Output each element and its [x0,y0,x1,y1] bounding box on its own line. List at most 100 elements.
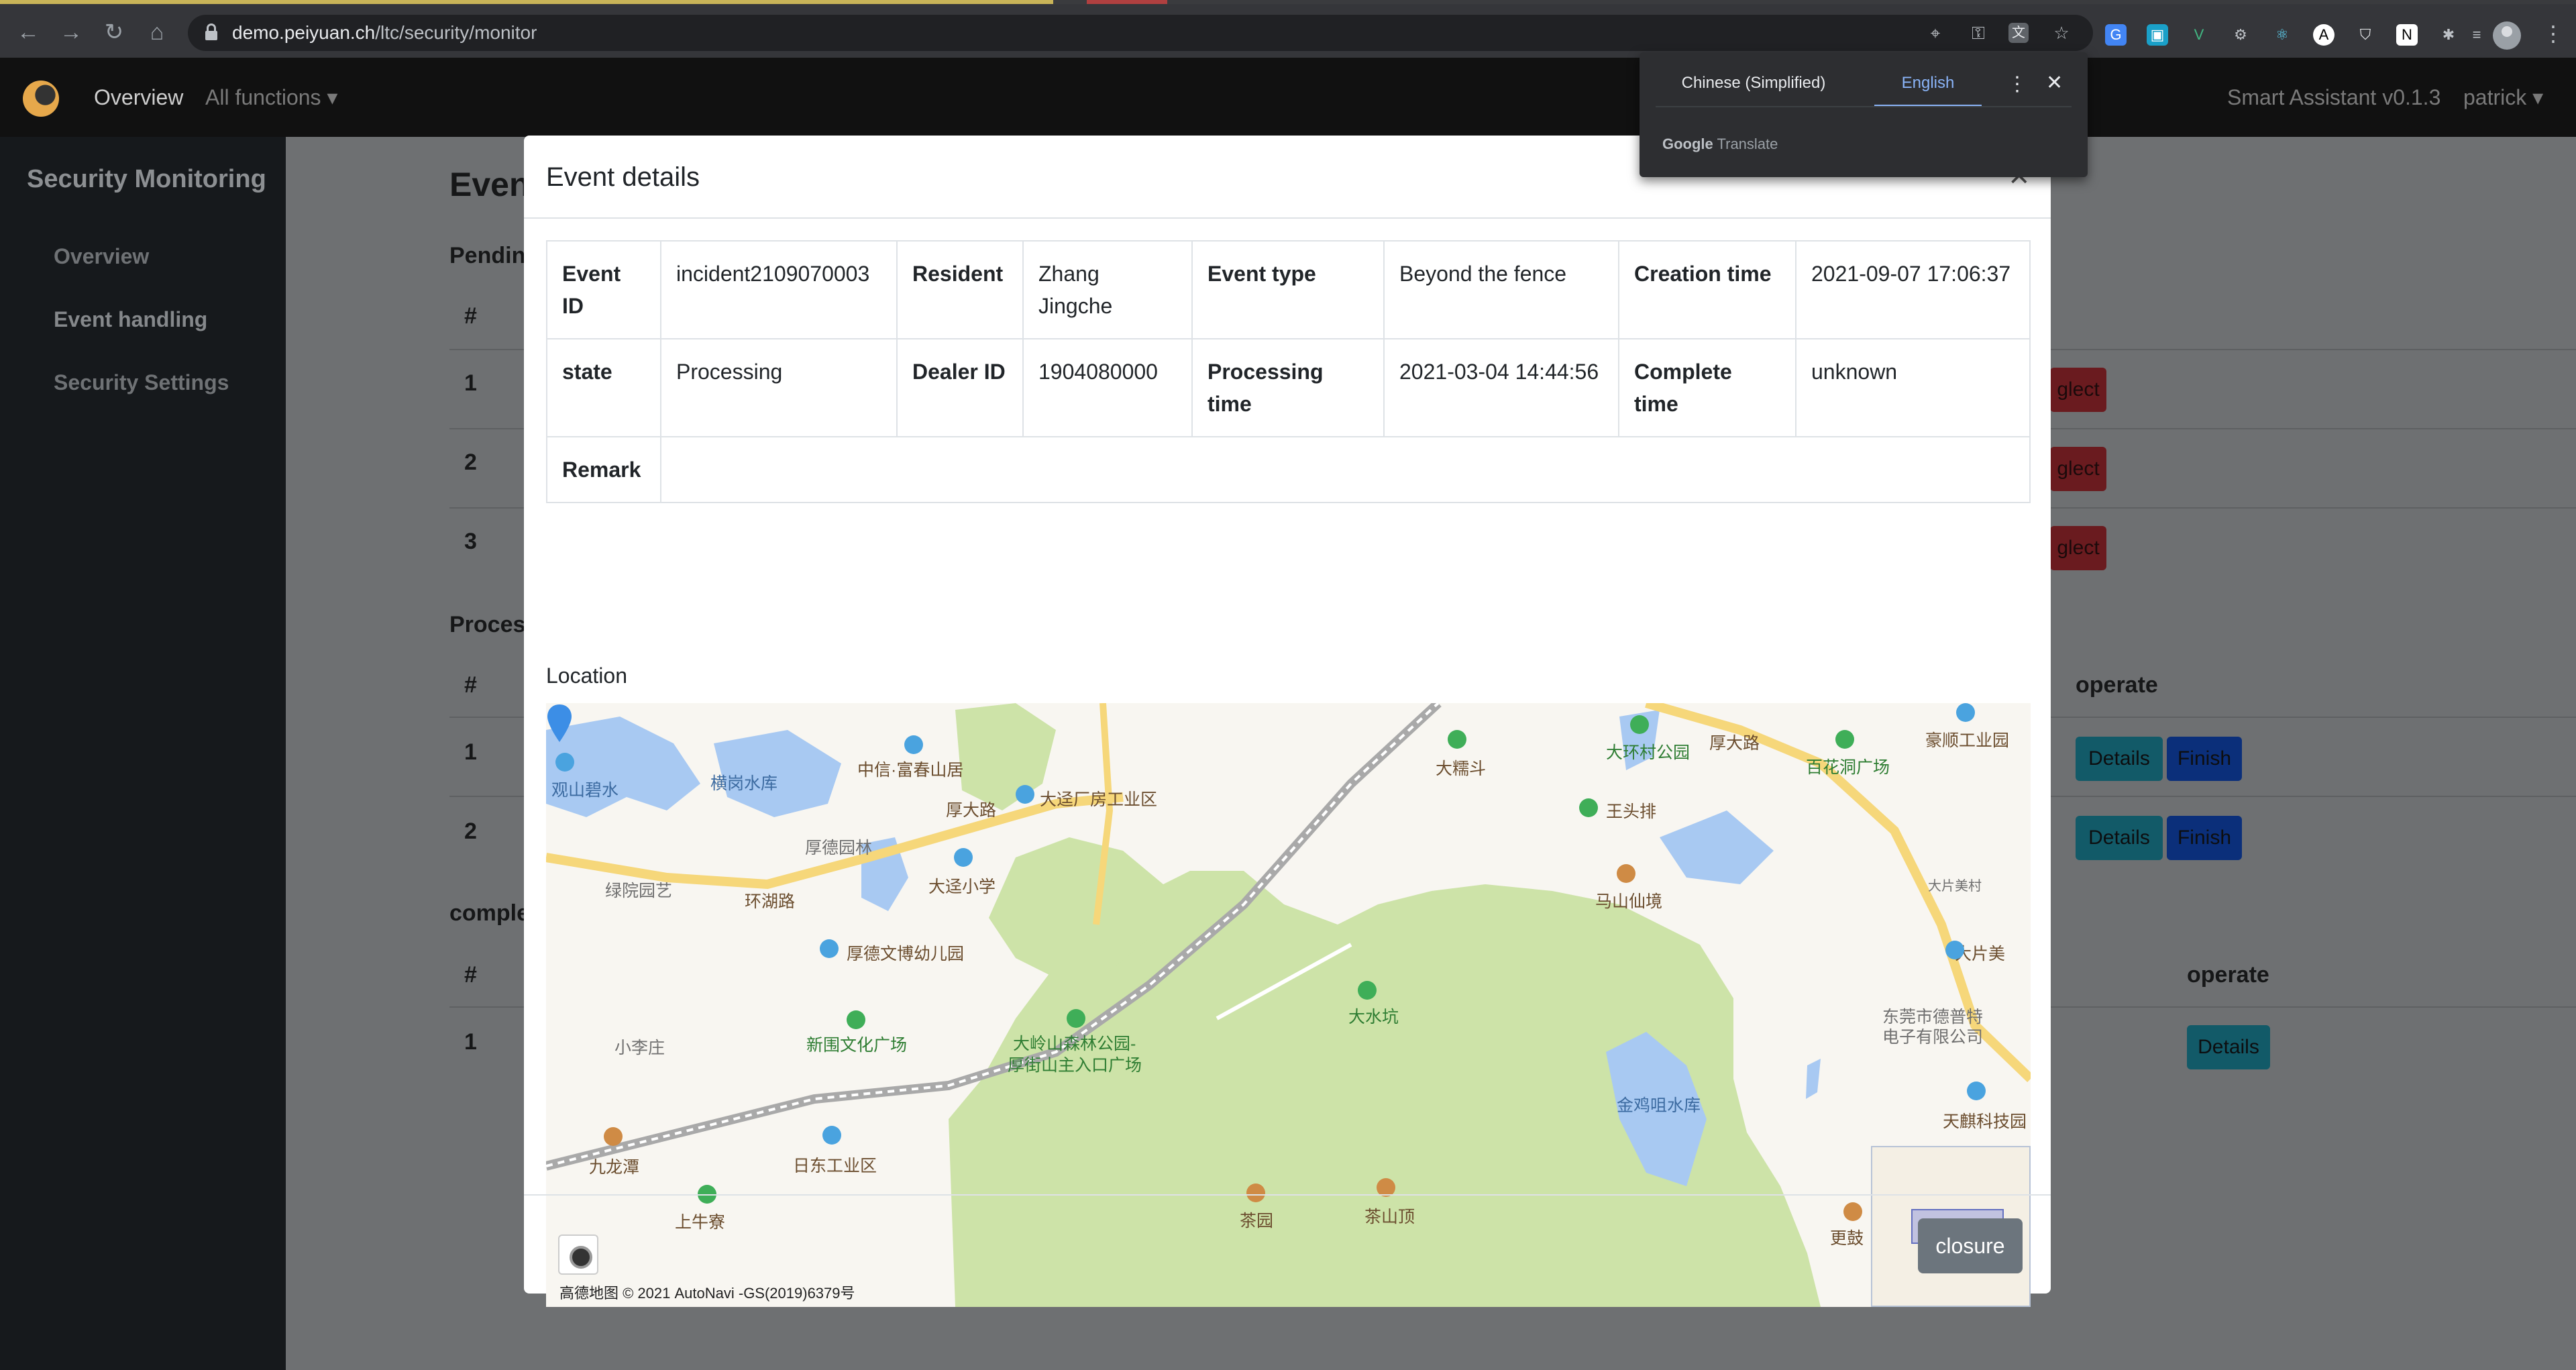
map-label: 环湖路 [745,892,796,911]
event-type-value: Beyond the fence [1383,240,1619,339]
map-poi-icon[interactable] [820,939,839,958]
map-label: 天麒科技园 [1943,1112,2027,1131]
map-poi-icon[interactable] [847,1010,865,1029]
table-row-index: 1 [464,370,477,396]
more-options-icon[interactable]: ⋮ [2007,72,2027,96]
translate-divider [1656,106,2072,107]
location-icon[interactable]: ⌖ [1925,23,1945,43]
remark-value [660,436,2031,503]
profile-avatar[interactable] [2493,21,2521,50]
map-pin-icon[interactable] [546,703,573,743]
map-poi-icon[interactable] [1617,864,1635,883]
star-icon[interactable]: ☆ [2051,23,2072,43]
map-poi-icon[interactable] [1067,1009,1085,1028]
details-button[interactable]: Details [2076,816,2163,860]
table-row: Event ID incident2109070003 Resident Zha… [546,240,2031,339]
map-label: 大环村公园 [1606,743,1690,762]
neglect-button[interactable]: glect [2050,447,2106,491]
map-label: 厚街山主入口广场 [1008,1056,1142,1075]
map-label: 横岗水库 [710,774,778,793]
sidebar-item-security-settings[interactable]: Security Settings [54,370,229,395]
reload-icon[interactable]: ↻ [101,19,127,46]
table-row-index: 2 [464,450,477,475]
map-poi-icon[interactable] [1967,1082,1986,1100]
browser-toolbar: ← → ↻ ⌂ demo.peiyuan.ch/ltc/security/mon… [0,4,2576,58]
translate-target-language-tab[interactable]: English [1874,70,1982,107]
dealer-id-value: 1904080000 [1022,338,1193,437]
map-label: 九龙潭 [589,1158,640,1177]
app-logo[interactable] [23,81,59,117]
map-poi-icon[interactable] [1835,730,1854,749]
map-water [1806,1059,1821,1099]
translate-source-language-tab[interactable]: Chinese (Simplified) [1660,70,1847,107]
map-poi-icon[interactable] [954,848,973,867]
map-poi-icon[interactable] [1630,715,1649,734]
map-label: 马山仙境 [1595,892,1663,911]
map-poi-icon[interactable] [555,753,574,772]
map-label: 大水坑 [1348,1008,1399,1026]
finish-button[interactable]: Finish [2167,816,2242,860]
forward-icon[interactable]: → [58,19,85,46]
extension-gear-icon[interactable]: ⚙ [2230,24,2251,46]
map-label: 小李庄 [614,1039,665,1057]
map-poi-icon[interactable] [1579,798,1598,817]
close-icon[interactable]: ✕ [2046,71,2063,95]
map-label: 金鸡咀水库 [1617,1096,1701,1115]
map-poi-icon[interactable] [904,735,923,754]
map-water [1660,810,1774,884]
reading-list-icon[interactable]: ≡ [2466,24,2487,46]
map-poi-icon[interactable] [1358,981,1377,1000]
modal-footer: closure [524,1194,2051,1294]
lock-icon[interactable] [205,23,217,41]
map-poi-icon[interactable] [1448,730,1466,749]
translate-icon[interactable]: 文 [2008,23,2029,43]
home-icon[interactable]: ⌂ [144,19,170,46]
map-poi-icon[interactable] [604,1127,623,1146]
sidebar-item-event-handling[interactable]: Event handling [54,307,207,332]
map-label: 大迳小学 [928,878,996,896]
map-poi-icon[interactable] [822,1126,841,1145]
app-version: Smart Assistant v0.1.3 [2227,85,2441,109]
notion-extension-icon[interactable]: N [2396,24,2418,46]
nav-overview[interactable]: Overview [94,58,183,137]
user-menu[interactable]: patrick ▾ [2463,58,2543,137]
back-icon[interactable]: ← [15,19,42,46]
map-poi-icon[interactable] [1956,703,1975,722]
closure-button[interactable]: closure [1918,1218,2023,1273]
shield-extension-icon[interactable]: ⛉ [2355,24,2376,46]
processing-time-value: 2021-03-04 14:44:56 [1383,338,1619,437]
react-devtools-icon[interactable]: ⚛ [2271,24,2293,46]
puzzle-icon[interactable]: ✱ [2438,24,2459,46]
remark-label: Remark [546,436,661,503]
neglect-button[interactable]: glect [2050,368,2106,412]
creation-time-label: Creation time [1618,240,1796,339]
browser-menu-icon[interactable]: ⋮ [2542,20,2564,47]
state-value: Processing [660,338,898,437]
map-poi-icon[interactable] [1016,785,1034,804]
key-icon[interactable]: ⚿ [1968,23,1988,43]
map-label: 厚德园林 [805,839,873,857]
details-button[interactable]: Details [2076,737,2163,781]
table-header-operate: operate [2076,672,2158,698]
translate-extension-icon[interactable]: G [2105,24,2127,46]
nav-all-functions-label: All functions [205,85,321,109]
finish-button[interactable]: Finish [2167,737,2242,781]
sidebar-item-overview[interactable]: Overview [54,244,149,269]
extension-icon[interactable]: ▣ [2147,24,2168,46]
neglect-button[interactable]: glect [2050,526,2106,570]
address-bar[interactable]: demo.peiyuan.ch/ltc/security/monitor ⌖ ⚿… [188,15,2093,51]
details-button[interactable]: Details [2187,1025,2270,1069]
complete-time-value: unknown [1795,338,2031,437]
address-url[interactable]: demo.peiyuan.ch/ltc/security/monitor [232,15,537,51]
map-label: 大迳厂房工业区 [1040,790,1158,809]
vue-devtools-icon[interactable]: V [2188,24,2210,46]
event-details-table: Event ID incident2109070003 Resident Zha… [546,240,2031,503]
user-name: patrick [2463,85,2527,109]
map-label: 观山碧水 [551,781,619,800]
nav-all-functions[interactable]: All functions ▾ [205,58,337,137]
table-row-index: 1 [464,1029,477,1055]
map-poi-icon[interactable] [1945,941,1964,959]
resident-label: Resident [896,240,1024,339]
angular-extension-icon[interactable]: A [2313,24,2334,46]
brand-google: Google [1662,136,1713,152]
